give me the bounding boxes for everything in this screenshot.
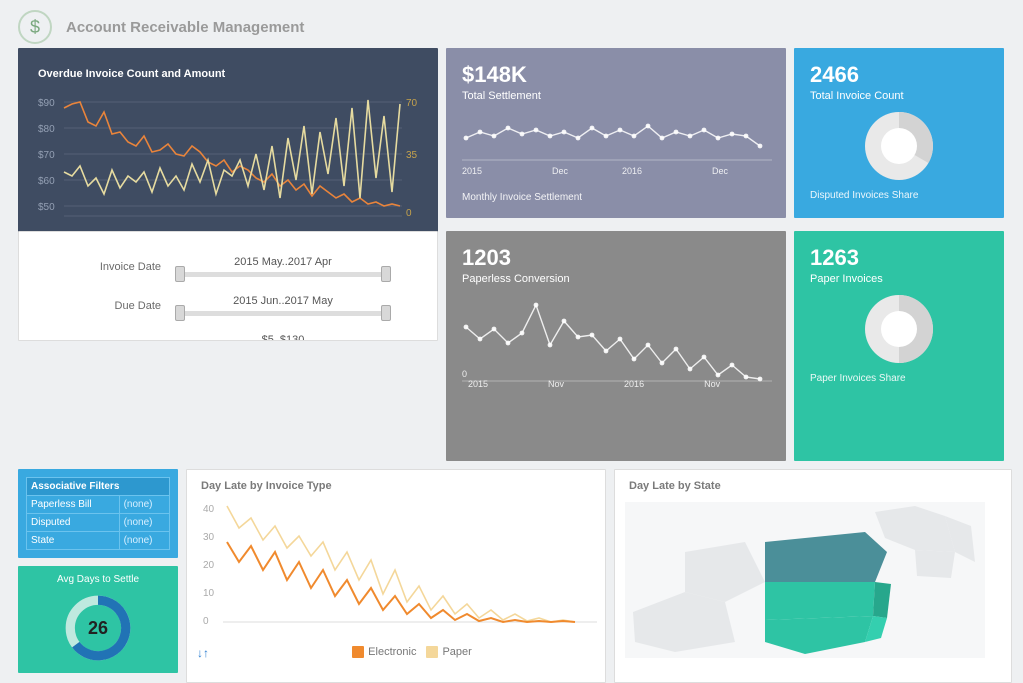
invoice-count-footer: Disputed Invoices Share [810,190,988,201]
svg-text:40: 40 [203,504,215,515]
sliders-card: Invoice Date 2015 May..2017 Apr Due Date… [18,231,438,341]
svg-text:10: 10 [203,588,215,599]
invoice-count-label: Total Invoice Count [810,90,988,102]
invoice-count-value: 2466 [810,62,988,88]
table-row: State(none) [27,532,170,550]
svg-text:20: 20 [203,560,215,571]
state-ny[interactable] [765,532,887,588]
day-late-type-chart: 40 30 20 10 0 [197,492,597,642]
slider-due-date[interactable]: Due Date 2015 Jun..2017 May [29,295,427,316]
svg-text:$80: $80 [38,124,55,135]
slider-handle-left[interactable] [175,305,185,321]
svg-text:35: 35 [406,150,418,161]
day-late-state-title: Day Late by State [615,470,1011,492]
svg-text:30: 30 [203,532,215,543]
svg-text:70: 70 [406,98,418,109]
paperless-value: 1203 [462,245,770,271]
svg-text:$50: $50 [38,202,55,213]
disputed-donut-icon [849,106,949,186]
avg-days-card[interactable]: Avg Days to Settle 26 [18,566,178,673]
svg-text:2016: 2016 [622,166,642,176]
page-header: $ Account Receivable Management [0,0,1023,48]
slider-handle-right[interactable] [381,266,391,282]
slider-invoice-date[interactable]: Invoice Date 2015 May..2017 Apr [29,256,427,277]
svg-text:0: 0 [203,616,209,627]
paper-donut-icon [849,289,949,369]
state-pa[interactable] [765,582,875,620]
day-late-type-title: Day Late by Invoice Type [187,470,605,492]
svg-text:$60: $60 [38,176,55,187]
paper-invoices-label: Paper Invoices [810,273,988,285]
day-late-type-card[interactable]: Day Late by Invoice Type 40 30 20 10 0 ↓… [186,469,606,683]
svg-text:$70: $70 [38,150,55,161]
paperless-spark: 0 [462,285,772,385]
day-late-state-card[interactable]: Day Late by State [614,469,1012,683]
state-map [615,492,995,668]
svg-text:0: 0 [462,369,467,379]
avg-days-value: 26 [61,591,135,665]
slider-handle-left[interactable] [175,266,185,282]
svg-text:Dec: Dec [552,166,569,176]
overdue-title: Overdue Invoice Count and Amount [38,68,426,80]
table-row: Disputed(none) [27,514,170,532]
settlement-spark: 2015 Dec 2016 Dec [462,102,772,182]
assoc-title: Associative Filters [27,478,170,496]
svg-text:2015: 2015 [462,166,482,176]
overdue-chart: $90 $80 $70 $60 $50 70 35 0 [30,86,426,236]
invoice-count-card[interactable]: 2466 Total Invoice Count Disputed Invoic… [794,48,1004,218]
day-late-type-legend: Electronic Paper [219,642,605,664]
page-title: Account Receivable Management [66,19,304,36]
avg-days-gauge: 26 [61,591,135,665]
paperless-card[interactable]: 1203 Paperless Conversion 0 2015 Nov 201… [446,231,786,461]
settlement-card[interactable]: $148K Total Settlement 2015 Dec 2016 Dec… [446,48,786,218]
associative-filters-table: Associative Filters Paperless Bill(none)… [26,477,170,550]
paper-invoices-footer: Paper Invoices Share [810,373,988,384]
table-row: Paperless Bill(none) [27,496,170,514]
svg-text:Dec: Dec [712,166,729,176]
settlement-label: Total Settlement [462,90,770,102]
paperless-label: Paperless Conversion [462,273,770,285]
slider-invoice-amount[interactable]: Invoice Amount $5..$130 [29,334,427,341]
paper-invoices-value: 1263 [810,245,988,271]
settlement-footer: Monthly Invoice Settlement [462,192,770,203]
sort-icon[interactable]: ↓↑ [187,646,219,660]
slider-handle-right[interactable] [381,305,391,321]
paper-invoices-card[interactable]: 1263 Paper Invoices Paper Invoices Share [794,231,1004,461]
svg-text:$90: $90 [38,98,55,109]
settlement-value: $148K [462,62,770,88]
dollar-logo-icon: $ [18,10,52,44]
avg-days-title: Avg Days to Settle [26,574,170,585]
associative-filters-card[interactable]: Associative Filters Paperless Bill(none)… [18,469,178,558]
svg-text:0: 0 [406,208,412,219]
